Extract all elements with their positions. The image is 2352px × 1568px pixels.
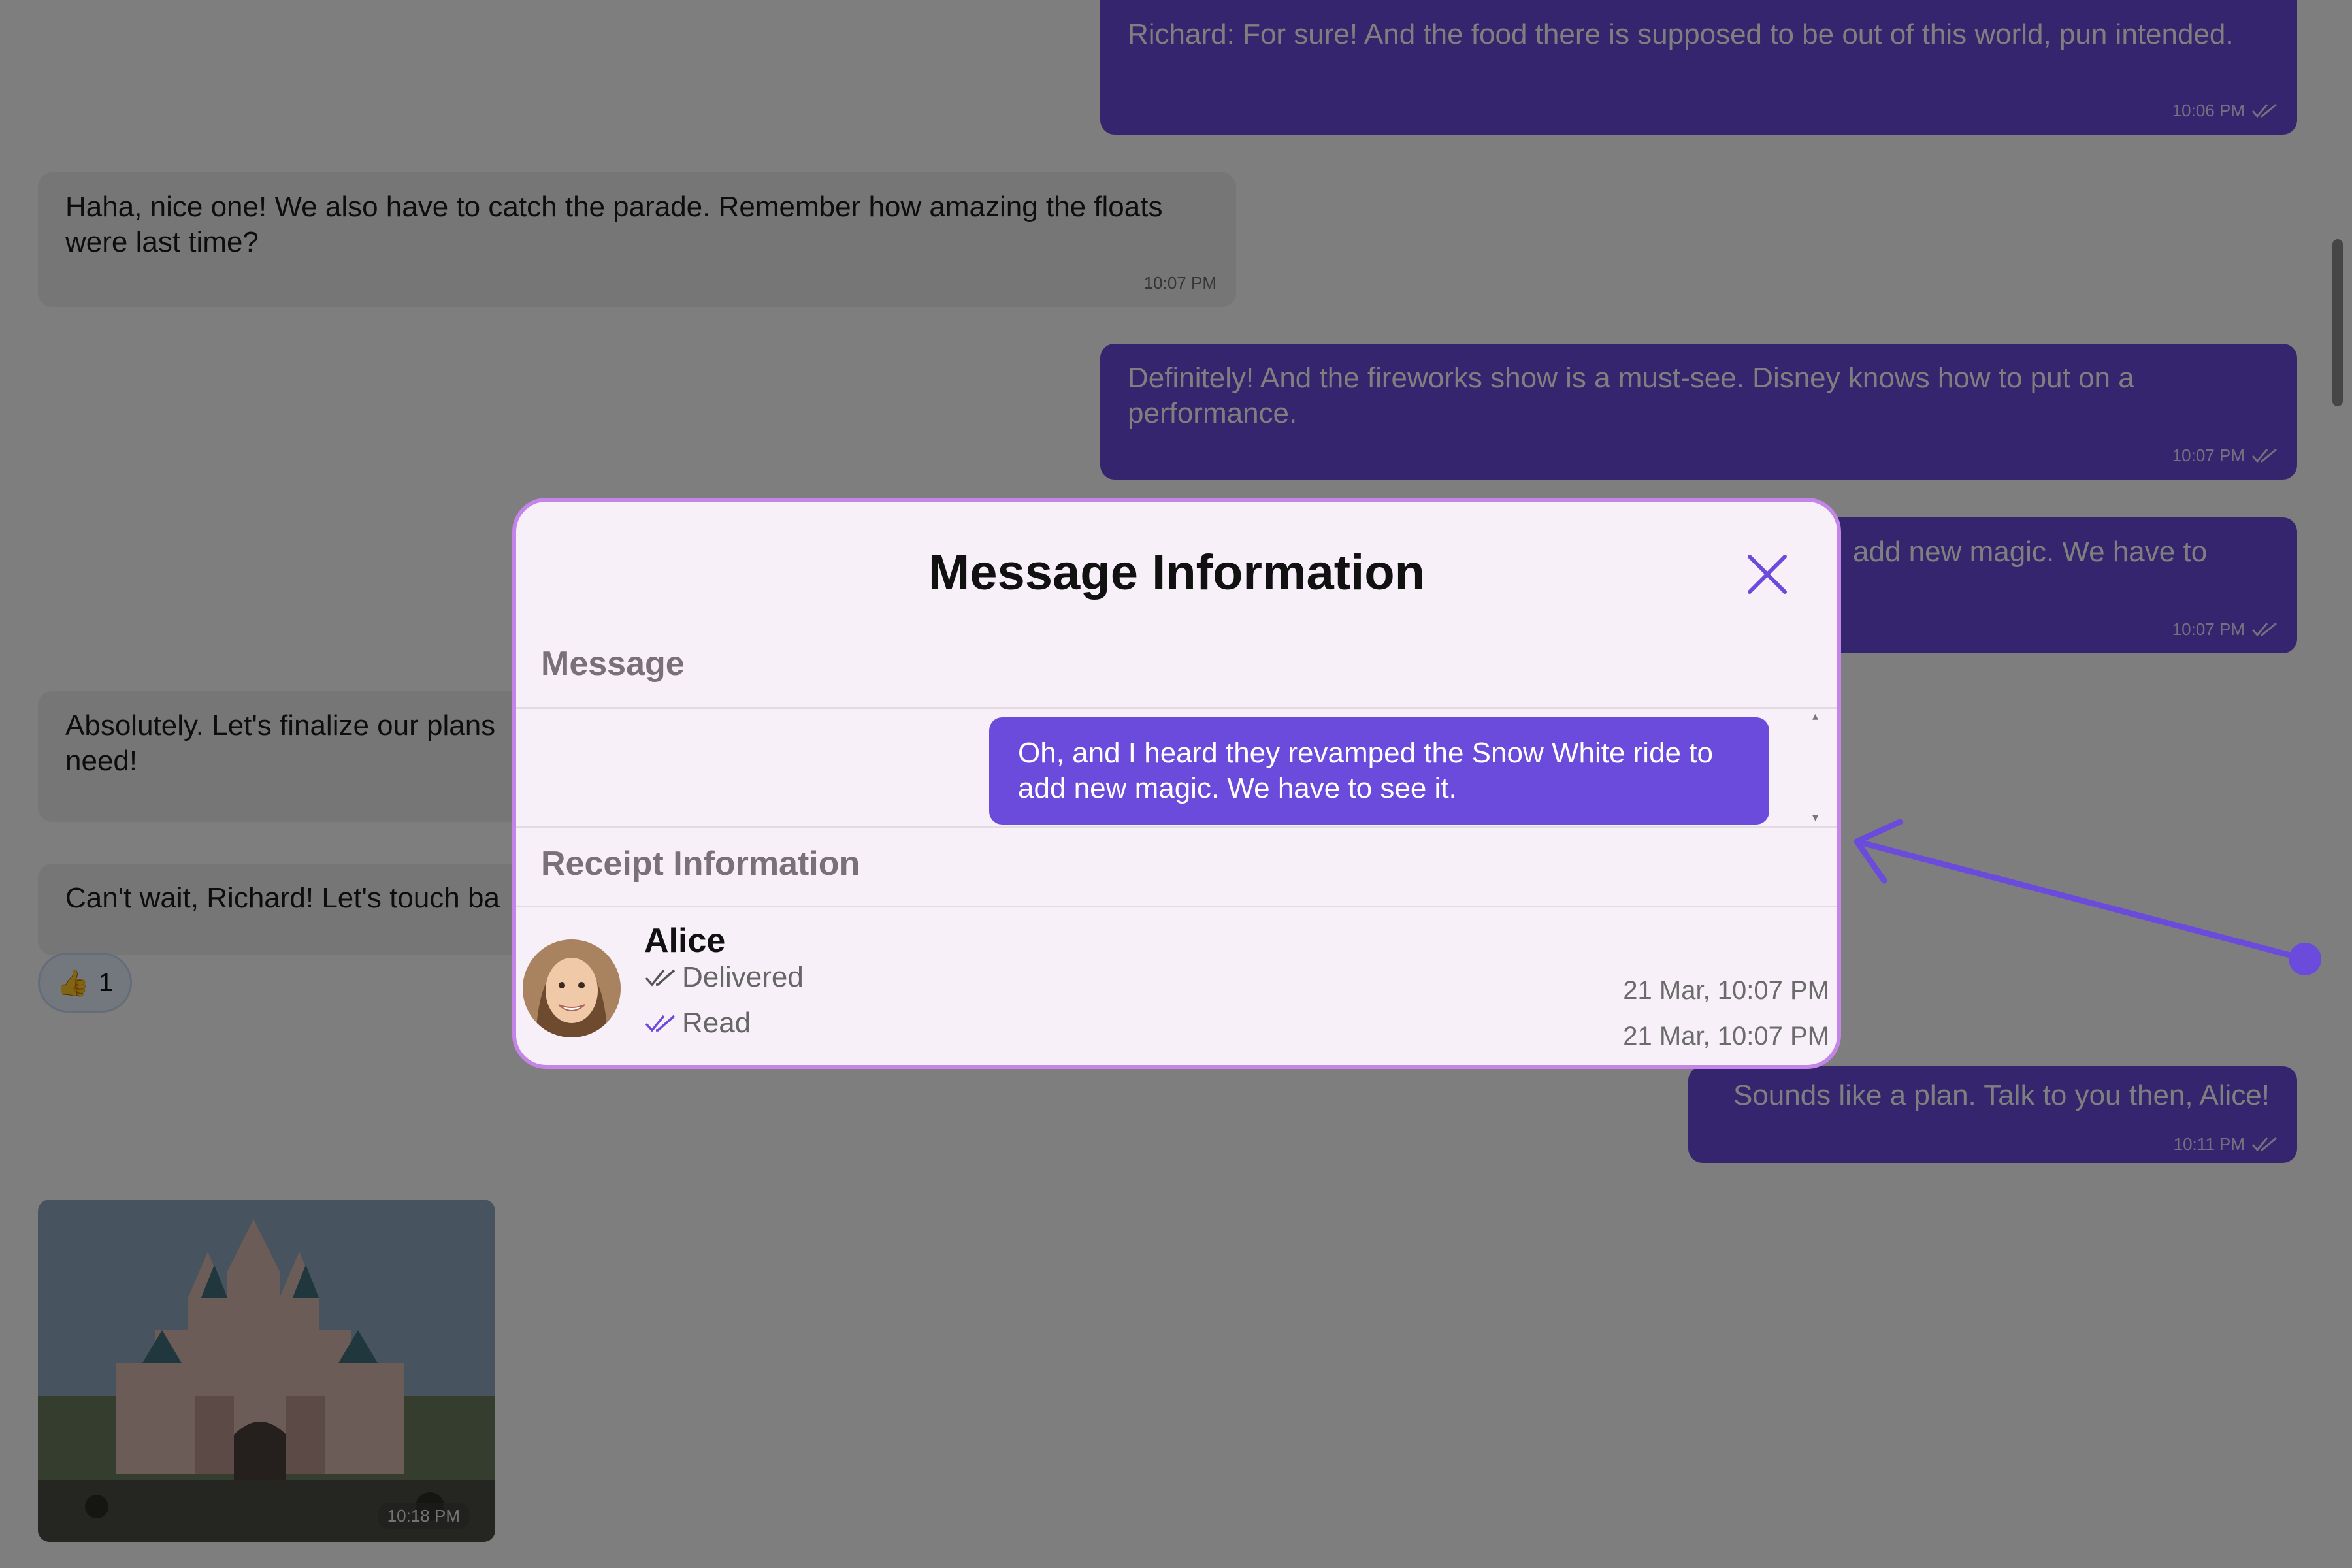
read-label: Read [682,1007,751,1039]
recipient-name: Alice [644,922,726,960]
divider [516,826,1837,828]
read-status: Read [644,1006,751,1040]
message-section-label: Message [541,645,685,683]
avatar [523,939,621,1037]
dialog-title: Message Information [928,545,1426,600]
delivered-status: Delivered [644,960,804,994]
scroll-up-icon[interactable]: ▴ [1812,710,1818,723]
double-check-icon [645,1015,676,1032]
preview-scrollbar[interactable]: ▴ ▾ [1810,710,1825,825]
divider [516,707,1837,709]
delivered-time: 21 Mar, 10:07 PM [1623,976,1829,1005]
receipt-row: Alice Delivered Read 21 Mar, 10:07 PM 21… [516,907,1837,1064]
read-time: 21 Mar, 10:07 PM [1623,1022,1829,1051]
avatar-image [523,939,621,1037]
message-preview-bubble: Oh, and I heard they revamped the Snow W… [989,717,1769,825]
scroll-down-icon[interactable]: ▾ [1812,811,1818,825]
double-check-icon [645,969,676,987]
message-preview: Oh, and I heard they revamped the Snow W… [516,710,1837,825]
message-information-dialog: Message Information Message Oh, and I he… [512,498,1841,1069]
receipt-section-label: Receipt Information [541,845,860,883]
delivered-label: Delivered [682,961,804,993]
close-icon[interactable] [1744,551,1790,597]
